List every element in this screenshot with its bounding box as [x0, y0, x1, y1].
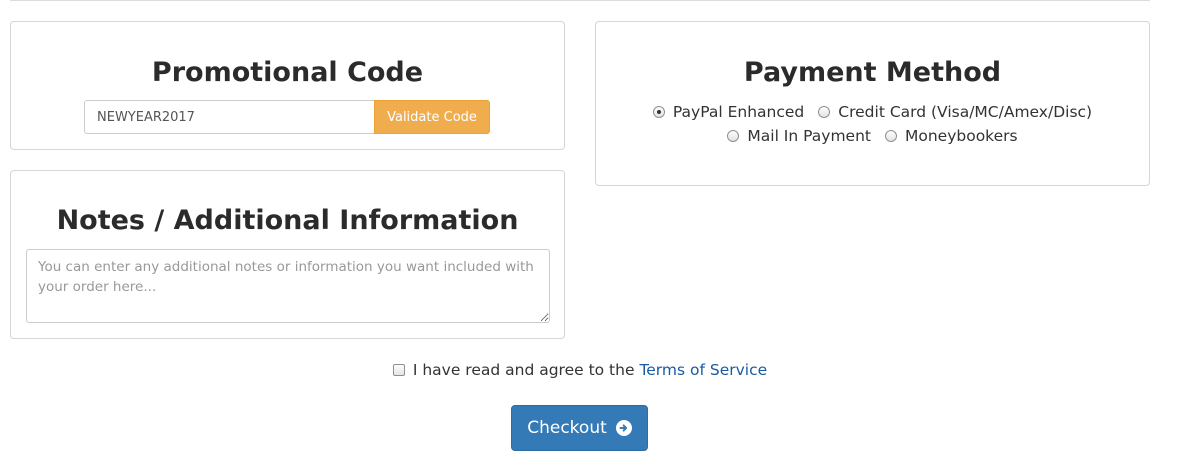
promo-code-input[interactable] — [84, 100, 374, 134]
payment-option-moneybookers[interactable]: Moneybookers — [884, 127, 1018, 145]
terms-agreement-row: I have read and agree to the Terms of Se… — [0, 361, 1160, 379]
promo-code-title: Promotional Code — [151, 57, 424, 88]
arrow-circle-right-icon — [615, 420, 632, 436]
payment-options-row: Mail In Payment Moneybookers — [596, 127, 1149, 145]
validate-code-button[interactable]: Validate Code — [374, 100, 490, 134]
radio-button-icon[interactable] — [884, 130, 897, 142]
payment-option-label: Mail In Payment — [747, 127, 871, 145]
radio-button-icon[interactable] — [652, 106, 665, 118]
promo-code-input-group: Validate Code — [84, 100, 490, 134]
payment-option-label: Moneybookers — [904, 127, 1018, 145]
top-divider — [10, 0, 1150, 1]
payment-option-label: Credit Card (Visa/MC/Amex/Disc) — [838, 103, 1093, 121]
payment-option-credit-card[interactable]: Credit Card (Visa/MC/Amex/Disc) — [818, 103, 1092, 121]
payment-option-mail-in[interactable]: Mail In Payment — [727, 127, 871, 145]
radio-button-icon[interactable] — [727, 130, 740, 142]
payment-options-row: PayPal Enhanced Credit Card (Visa/MC/Ame… — [596, 103, 1149, 121]
radio-button-icon[interactable] — [818, 106, 831, 118]
notes-textarea[interactable] — [26, 249, 550, 323]
checkout-label: Checkout — [527, 418, 607, 438]
promo-code-panel: Promotional Code Validate Code — [10, 21, 565, 150]
notes-panel: Notes / Additional Information — [10, 170, 565, 339]
payment-option-label: PayPal Enhanced — [672, 103, 805, 121]
payment-method-title: Payment Method — [743, 57, 1002, 88]
terms-of-service-link[interactable]: Terms of Service — [639, 361, 767, 379]
payment-method-panel: Payment Method PayPal Enhanced Credit Ca… — [595, 21, 1150, 186]
terms-label: I have read and agree to the — [412, 361, 635, 379]
payment-option-paypal[interactable]: PayPal Enhanced — [652, 103, 805, 121]
notes-title: Notes / Additional Information — [56, 205, 519, 236]
terms-checkbox[interactable] — [392, 364, 405, 376]
checkout-button[interactable]: Checkout — [511, 405, 648, 451]
terms-text: I have read and agree to the Terms of Se… — [413, 361, 767, 379]
